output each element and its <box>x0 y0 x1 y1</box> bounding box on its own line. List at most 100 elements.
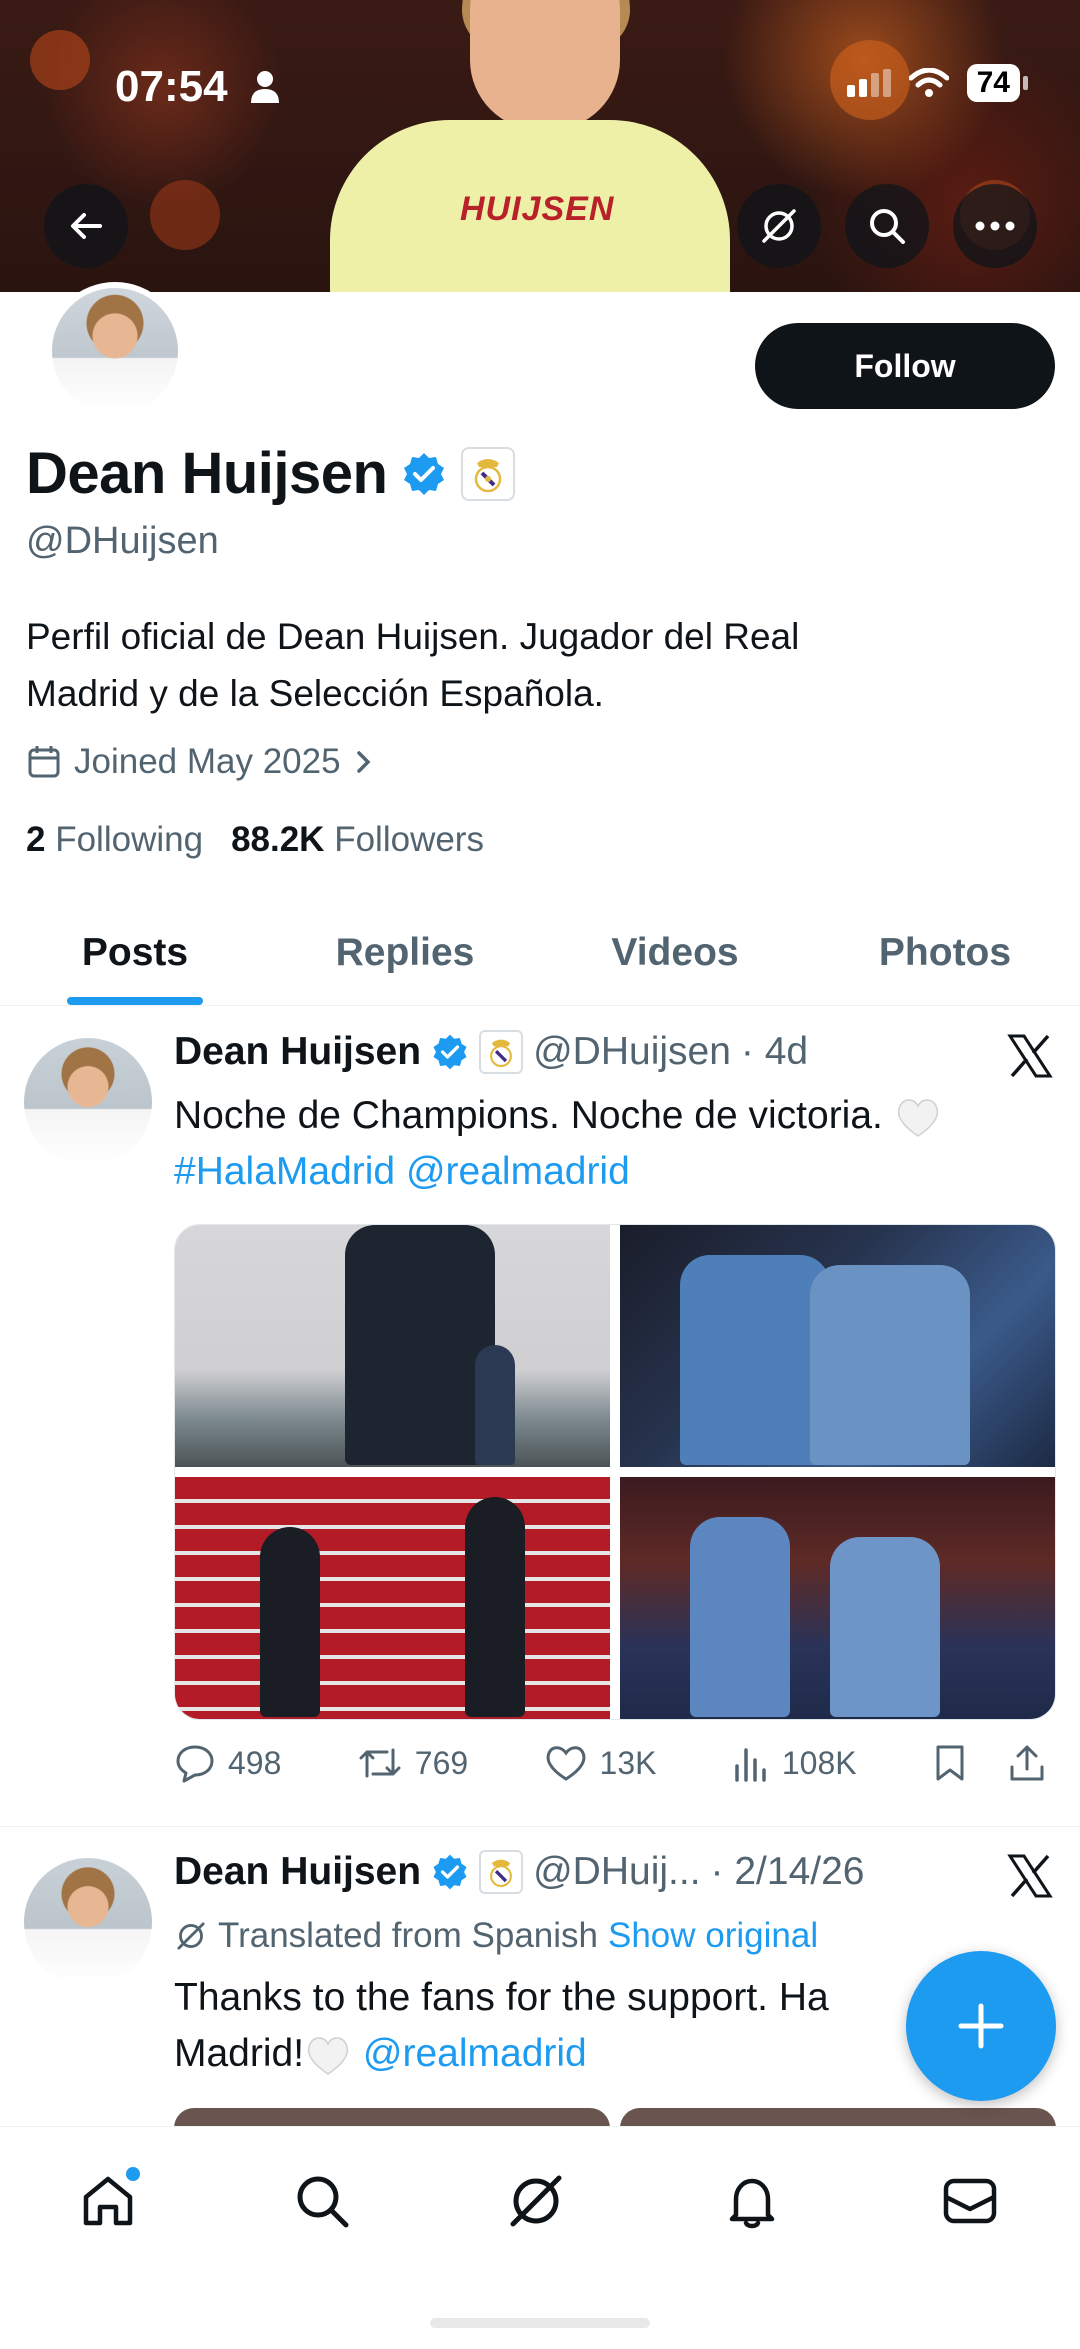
post-body: Madrid! <box>174 2032 305 2075</box>
person-icon <box>251 71 279 103</box>
real-madrid-crest-icon <box>490 1859 512 1888</box>
post-author-handle[interactable]: @DHuijsen <box>533 1030 731 1074</box>
reply-icon <box>176 1745 214 1783</box>
photo-figure <box>810 1265 970 1465</box>
following-link[interactable]: 2 Following <box>26 820 203 860</box>
repost-icon <box>359 1748 401 1778</box>
affiliation-badge[interactable] <box>461 446 516 501</box>
affiliation-badge <box>479 1030 524 1074</box>
follow-button[interactable]: Follow <box>755 323 1055 409</box>
post-photo[interactable] <box>620 2108 1056 2128</box>
status-time: 07:54 <box>115 62 228 111</box>
post-text: Noche de Champions. Noche de victoria. #… <box>174 1088 1034 1200</box>
unread-dot <box>126 2167 140 2181</box>
views-icon <box>735 1748 766 1782</box>
post-photo[interactable] <box>620 1225 1055 1467</box>
hashtag-link[interactable]: #HalaMadrid <box>174 1150 395 1193</box>
grok-button[interactable] <box>737 184 821 268</box>
compose-button[interactable] <box>906 1951 1056 2101</box>
verified-icon <box>433 1034 467 1070</box>
post-photo[interactable] <box>175 1477 610 1719</box>
back-arrow-icon <box>71 213 102 239</box>
search-button[interactable] <box>845 184 929 268</box>
joined-date[interactable]: Joined May 2025 <box>26 742 375 782</box>
tab-photos[interactable]: Photos <box>810 900 1080 1005</box>
post-author-name[interactable]: Dean Huijsen <box>174 1850 421 1894</box>
mention-link[interactable]: @realmadrid <box>406 1150 630 1193</box>
show-original-link[interactable]: Show original <box>608 1916 818 1956</box>
banner-crowd <box>150 180 220 250</box>
grok-icon <box>510 2175 562 2227</box>
profile-tabs: Posts Replies Videos Photos <box>0 900 1080 1006</box>
bottom-navigation <box>0 2126 1080 2349</box>
photo-figure <box>830 1537 940 1717</box>
more-button[interactable] <box>953 184 1037 268</box>
back-button[interactable] <box>44 184 128 268</box>
views-button[interactable]: 108K <box>732 1744 857 1782</box>
following-count: 2 <box>26 820 46 859</box>
post-avatar[interactable] <box>24 1038 152 1166</box>
joined-label: Joined May 2025 <box>74 742 341 781</box>
reply-button[interactable]: 498 <box>174 1742 281 1784</box>
calendar-icon <box>28 746 60 778</box>
photo-figure <box>260 1527 320 1717</box>
banner-crowd <box>30 30 90 90</box>
share-icon[interactable] <box>1008 1743 1046 1783</box>
x-logo-icon <box>1007 1034 1053 1078</box>
nav-messages[interactable] <box>930 2161 1010 2241</box>
notifications-icon <box>729 2178 775 2229</box>
nav-grok[interactable] <box>496 2161 576 2241</box>
x-logo-icon <box>1007 1854 1053 1898</box>
battery-indicator: 74 <box>966 64 1029 102</box>
post-photo[interactable] <box>175 1225 610 1467</box>
status-icons: 74 <box>846 64 1029 102</box>
nav-home[interactable] <box>68 2161 148 2241</box>
tab-replies[interactable]: Replies <box>270 900 540 1005</box>
post-author-name[interactable]: Dean Huijsen <box>174 1030 421 1074</box>
signal-icon <box>846 69 891 97</box>
bookmark-icon[interactable] <box>932 1743 968 1783</box>
translation-notice: Translated from Spanish Show original <box>174 1916 818 1956</box>
post-photo[interactable] <box>174 2108 610 2128</box>
search-icon <box>870 209 905 244</box>
post-divider <box>0 1826 1080 1827</box>
post-media-grid <box>174 1224 1056 1720</box>
profile-avatar[interactable] <box>46 282 184 420</box>
profile-bio-line: Madrid y de la Selección Española. <box>26 673 604 714</box>
plus-icon <box>958 2003 1004 2049</box>
grok-icon <box>177 1922 205 1950</box>
post-media-peek <box>174 2108 1056 2128</box>
repost-button[interactable]: 769 <box>357 1742 468 1784</box>
followers-link[interactable]: 88.2K Followers <box>231 820 484 860</box>
post-avatar[interactable] <box>24 1858 152 1986</box>
nav-notifications[interactable] <box>712 2161 792 2241</box>
post-time: · 2/14/26 <box>710 1850 865 1893</box>
followers-count: 88.2K <box>231 820 325 859</box>
white-heart-icon <box>307 2036 349 2075</box>
post-header: Dean Huijsen @DHuijsen · 4d <box>174 1030 808 1074</box>
like-button[interactable]: 13K <box>544 1743 656 1783</box>
nav-search[interactable] <box>282 2161 362 2241</box>
profile-bio: Perfil oficial de Dean Huijsen. Jugador … <box>26 608 1026 722</box>
like-icon <box>546 1746 585 1781</box>
repost-count: 769 <box>414 1744 469 1781</box>
verified-icon[interactable] <box>401 451 447 497</box>
mention-link[interactable]: @realmadrid <box>363 2032 587 2075</box>
profile-bio-line: Perfil oficial de Dean Huijsen. Jugador … <box>26 616 800 657</box>
messages-icon <box>943 2178 997 2224</box>
post-body: Thanks to the fans for the support. Ha <box>174 1976 829 2019</box>
tab-videos[interactable]: Videos <box>540 900 810 1005</box>
photo-figure <box>680 1255 830 1465</box>
photo-figure <box>690 1517 790 1717</box>
post-photo[interactable] <box>620 1477 1055 1719</box>
chevron-right-icon <box>356 751 371 773</box>
photo-figure <box>465 1497 525 1717</box>
profile-handle: @DHuijsen <box>26 520 219 562</box>
post-author-handle[interactable]: @DHuij... <box>533 1850 700 1894</box>
post-actions: 498 769 13K 108K <box>174 1742 1046 1784</box>
home-indicator[interactable] <box>430 2318 650 2328</box>
profile-name-row: Dean Huijsen <box>26 440 516 507</box>
translated-label: Translated from Spanish <box>218 1916 598 1955</box>
post-header: Dean Huijsen @DHuij... · 2/14/26 <box>174 1850 864 1894</box>
tab-posts[interactable]: Posts <box>0 900 270 1005</box>
